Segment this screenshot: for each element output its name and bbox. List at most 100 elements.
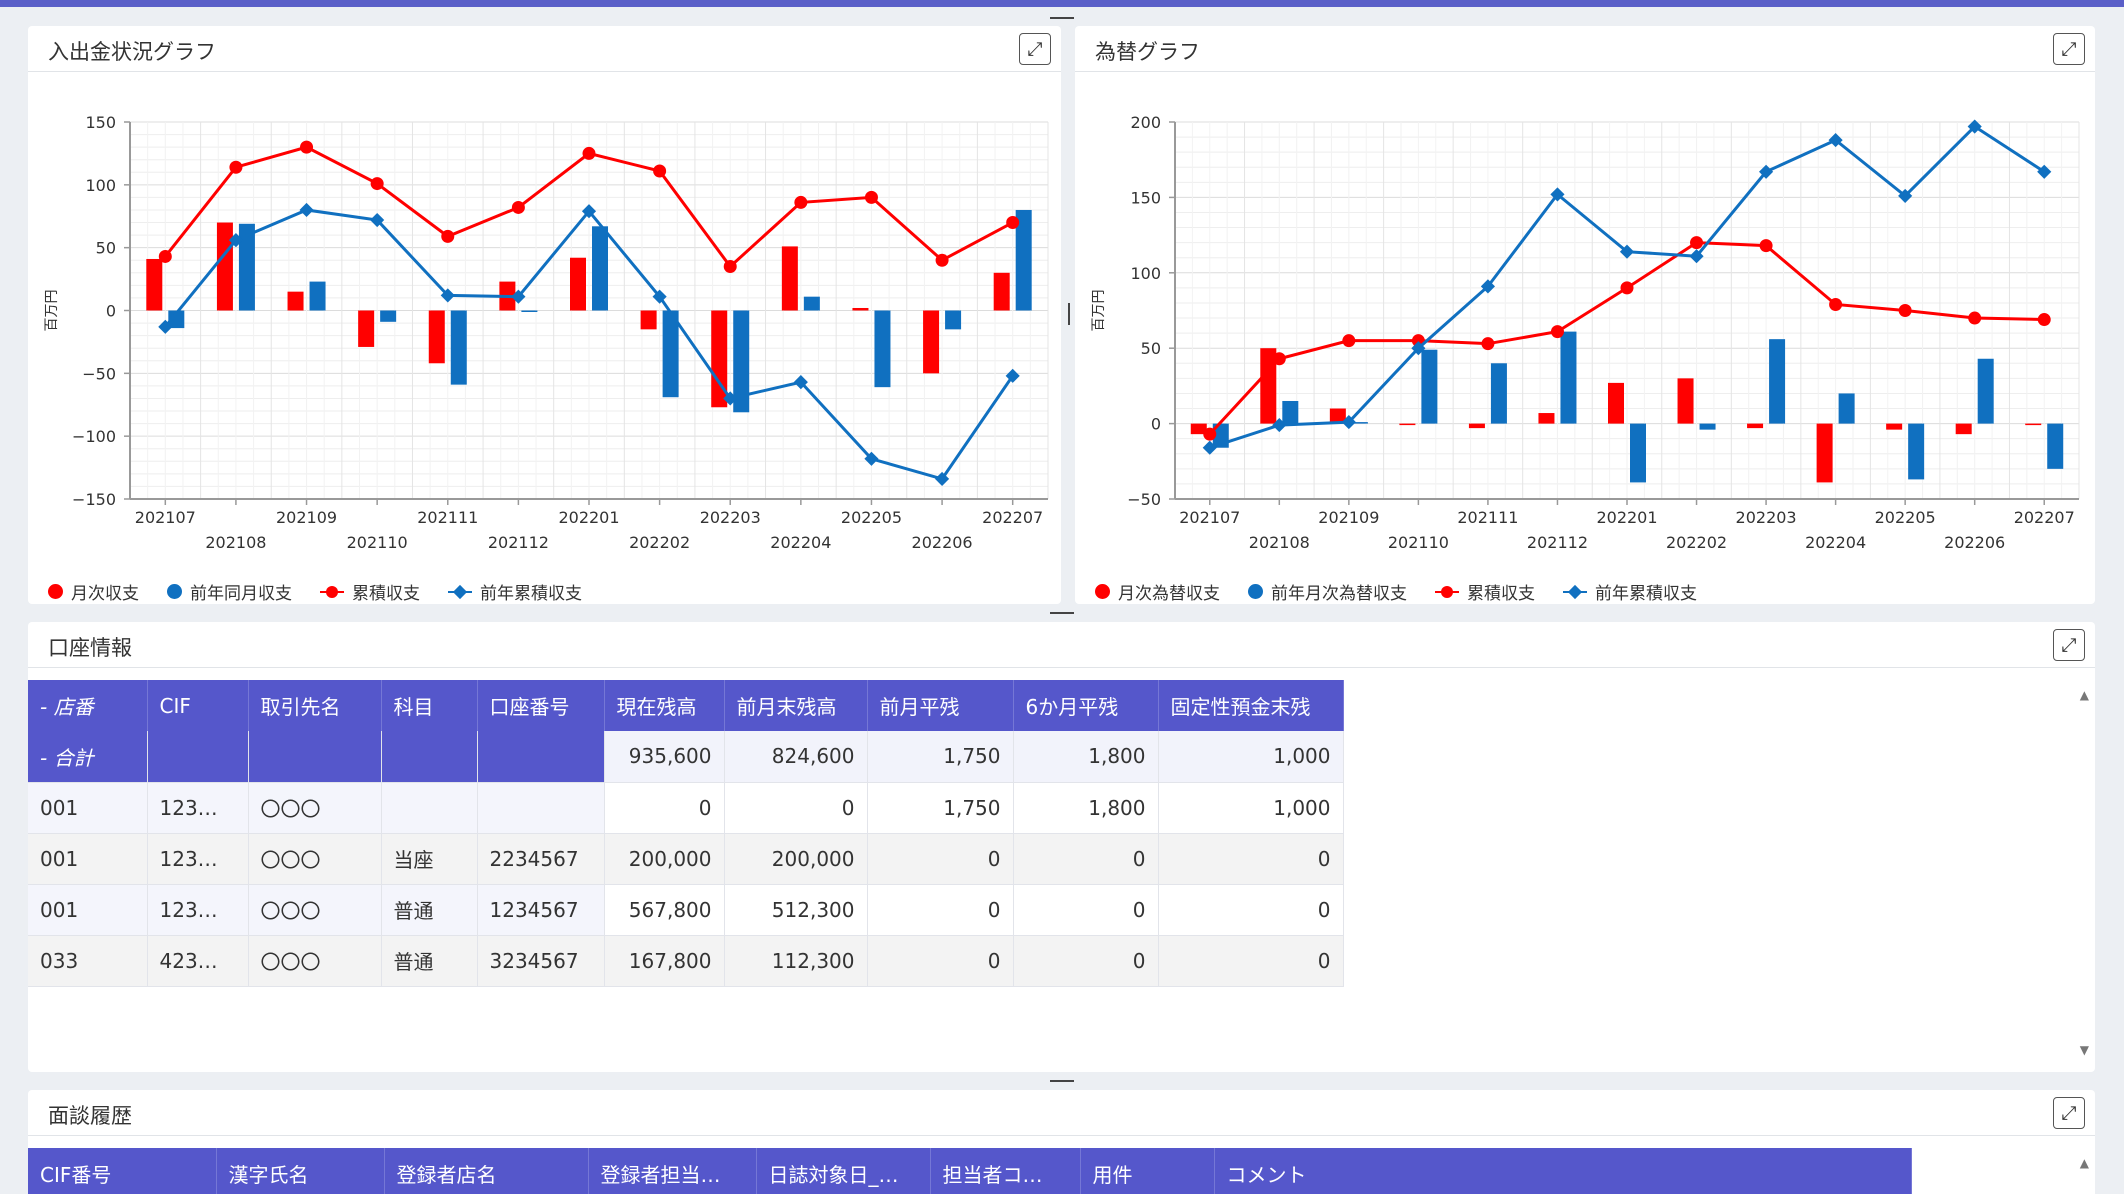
legend-item[interactable]: 月次為替収支 (1095, 579, 1220, 604)
account-info-expand-button[interactable]: ⤢ (2053, 629, 2085, 661)
column-header-kanji-name[interactable]: 漢字氏名 (216, 1148, 385, 1194)
column-header-current-balance[interactable]: 現在残高 (604, 680, 725, 731)
legend-item[interactable]: 前年累積収支 (1563, 579, 1697, 604)
column-header-prev-month-average[interactable]: 前月平残 (867, 680, 1014, 731)
expand-icon: ⤢ (2061, 1102, 2077, 1124)
column-header-registrant-staff[interactable]: 登録者担当… (588, 1148, 757, 1194)
scroll-down-icon[interactable]: ▼ (2080, 1043, 2089, 1057)
line-point-diamond (299, 202, 314, 218)
y-tick-label: 0 (1151, 415, 1161, 434)
line-point (1968, 311, 1982, 325)
total-row[interactable]: - 合計 935,600 824,600 1,750 1,800 1,000 (28, 731, 1344, 783)
x-tick-label: 202202 (629, 533, 690, 552)
legend-item[interactable]: 前年累積収支 (448, 579, 582, 604)
legend-item[interactable]: 月次収支 (48, 579, 139, 604)
column-header-cif[interactable]: CIF (147, 680, 249, 731)
legend-item[interactable]: 前年月次為替収支 (1248, 579, 1407, 604)
legend-item[interactable]: 累積収支 (320, 579, 420, 604)
y-tick-label: −100 (72, 427, 116, 446)
line-point (441, 229, 455, 243)
x-tick-label: 202109 (1318, 508, 1379, 527)
table-row[interactable]: 001 123… 〇〇〇 当座 2234567 200,000 200,000 0 0 0 (28, 833, 1344, 885)
fx-chart: 200 150 100 50 0 −50 百万円 202107 202108 202109 2021… (1091, 113, 2080, 552)
column-header-purpose[interactable]: 用件 (1080, 1148, 1215, 1194)
bar-previous-year (309, 281, 326, 311)
splitter-handle-vertical[interactable] (1068, 303, 1070, 325)
line-point (1898, 304, 1912, 317)
x-tick-label: 202203 (1736, 508, 1797, 527)
cell-current-balance: 567,800 (604, 884, 725, 936)
total-cell-empty (248, 731, 382, 783)
x-tick-label: 202206 (912, 533, 973, 552)
table-header-row: CIF番号 漢字氏名 登録者店名 登録者担当… 日誌対象日_… 担当者コ… 用件… (28, 1148, 1912, 1194)
column-header-staff-code[interactable]: 担当者コ… (930, 1148, 1081, 1194)
scroll-up-icon[interactable]: ▲ (2080, 688, 2089, 702)
y-tick-label: 0 (106, 302, 116, 321)
column-header-cif-number[interactable]: CIF番号 (28, 1148, 217, 1194)
splitter-handle-middle[interactable] (1050, 612, 1074, 614)
bar-current (1468, 423, 1485, 429)
column-header-registrant-branch[interactable]: 登録者店名 (384, 1148, 589, 1194)
column-header-partner-name[interactable]: 取引先名 (248, 680, 382, 731)
y-tick-label: 100 (85, 176, 116, 195)
total-fixed-deposit-balance: 1,000 (1158, 731, 1344, 783)
bar-current (923, 310, 940, 374)
x-tick-label: 202110 (347, 533, 408, 552)
y-tick-label: −150 (72, 490, 116, 509)
splitter-handle-top[interactable] (1050, 17, 1074, 19)
legend-item[interactable]: 累積収支 (1435, 579, 1535, 604)
x-tick-label: 202203 (700, 508, 761, 527)
x-tick-label: 202205 (1875, 508, 1936, 527)
expand-icon: ⤢ (1027, 38, 1043, 60)
legend-item[interactable]: 前年同月収支 (167, 579, 292, 604)
bar-current (1747, 423, 1764, 429)
cash-chart-expand-button[interactable]: ⤢ (1019, 33, 1051, 65)
bar-current (358, 310, 375, 347)
x-tick-label: 202108 (205, 533, 266, 552)
cell-current-balance: 0 (604, 782, 725, 834)
bar-previous-year (1838, 393, 1855, 424)
column-header-subject[interactable]: 科目 (381, 680, 478, 731)
fx-chart-title: 為替グラフ (1095, 40, 1200, 64)
bar-current (146, 258, 163, 311)
column-header-journal-date[interactable]: 日誌対象日_… (756, 1148, 931, 1194)
column-header-account-number[interactable]: 口座番号 (477, 680, 605, 731)
legend-label: 前年月次為替収支 (1271, 584, 1407, 604)
cell-prev-month-balance: 0 (724, 782, 868, 834)
bar-previous-year (380, 310, 397, 322)
table-row[interactable]: 001 123… 〇〇〇 0 0 1,750 1,800 1,000 (28, 782, 1344, 834)
legend-label: 前年累積収支 (480, 584, 582, 604)
column-header-prev-month-balance[interactable]: 前月末残高 (724, 680, 868, 731)
cell-fixed-deposit-balance: 0 (1158, 935, 1344, 987)
cell-current-balance: 200,000 (604, 833, 725, 885)
bar-previous-year (1908, 423, 1925, 480)
cell-prev-month-average: 0 (867, 833, 1014, 885)
scroll-up-icon[interactable]: ▲ (2080, 1156, 2089, 1170)
x-tick-label: 202111 (1457, 508, 1518, 527)
table-row[interactable]: 001 123… 〇〇〇 普通 1234567 567,800 512,300 0 0 0 (28, 884, 1344, 936)
column-header-fixed-deposit-balance[interactable]: 固定性預金末残 (1158, 680, 1344, 731)
interview-history-expand-button[interactable]: ⤢ (2053, 1097, 2085, 1129)
cell-partner-name: 〇〇〇 (248, 782, 382, 834)
cell-prev-month-balance: 200,000 (724, 833, 868, 885)
column-header-comment[interactable]: コメント (1214, 1148, 1912, 1194)
splitter-handle-bottom[interactable] (1050, 1080, 1074, 1082)
column-header-six-month-average[interactable]: 6か月平残 (1013, 680, 1159, 731)
column-header-branch[interactable]: - 店番 (28, 680, 148, 731)
bar-previous-year (1421, 349, 1438, 424)
interview-history-panel: 面談履歴 ⤢ CIF番号 漢字氏名 登録者店名 登録者担当… 日誌対象日_… 担… (28, 1090, 2095, 1194)
account-info-panel: 口座情報 ⤢ - 店番 CIF 取引先名 科目 口座番号 現在残高 前月末残高 … (28, 622, 2095, 1072)
cell-current-balance: 167,800 (604, 935, 725, 987)
bar-current (1608, 382, 1624, 424)
line-point (1481, 337, 1495, 351)
bar-current (216, 222, 233, 311)
cell-six-month-average: 1,800 (1013, 782, 1159, 834)
table-row[interactable]: 033 423… 〇〇〇 普通 3234567 167,800 112,300 0 0 0 (28, 935, 1344, 987)
interview-table: CIF番号 漢字氏名 登録者店名 登録者担当… 日誌対象日_… 担当者コ… 用件… (28, 1148, 1912, 1194)
x-tick-label: 202201 (1596, 508, 1657, 527)
cell-prev-month-average: 1,750 (867, 782, 1014, 834)
legend-line-icon (320, 584, 344, 599)
bar-previous-year (662, 310, 679, 398)
fx-chart-expand-button[interactable]: ⤢ (2053, 33, 2085, 65)
y-tick-label: −50 (1127, 490, 1161, 509)
